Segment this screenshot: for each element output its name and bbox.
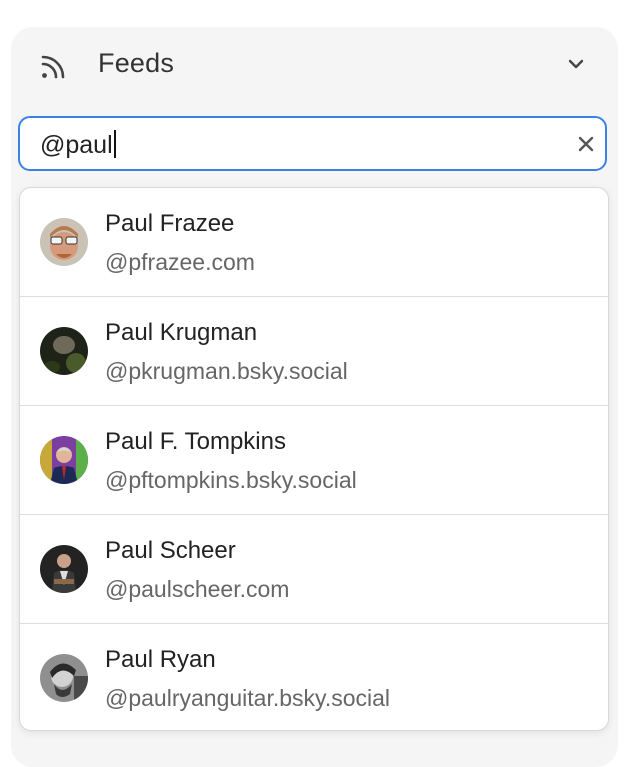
result-handle: @pfrazee.com xyxy=(105,249,255,275)
result-handle: @paulryanguitar.bsky.social xyxy=(105,685,391,711)
result-row-pftompkins[interactable]: Paul F. Tompkins @pftompkins.bsky.social xyxy=(20,406,608,515)
result-row-paulscheer[interactable]: Paul Scheer @paulscheer.com xyxy=(20,515,608,624)
search-input-value: @paul xyxy=(40,130,116,160)
result-row-pkrugman[interactable]: Paul Krugman @pkrugman.bsky.social xyxy=(20,297,608,406)
text-caret xyxy=(113,130,116,158)
avatar xyxy=(40,327,88,375)
header-title: Feeds xyxy=(98,48,175,78)
autocomplete-dropdown: Paul Frazee @pfrazee.com Paul Krugman @p… xyxy=(19,187,609,731)
result-name: Paul F. Tompkins xyxy=(105,428,286,455)
result-name: Paul Scheer xyxy=(105,537,236,564)
avatar xyxy=(40,654,88,702)
avatar xyxy=(40,545,88,593)
chevron-down-icon[interactable] xyxy=(565,53,587,75)
avatar xyxy=(40,436,88,484)
result-row-paulryan[interactable]: Paul Ryan @paulryanguitar.bsky.social xyxy=(20,624,608,730)
result-handle: @pftompkins.bsky.social xyxy=(105,467,357,493)
result-handle: @pkrugman.bsky.social xyxy=(105,358,348,384)
feeds-header[interactable]: Feeds xyxy=(11,27,618,103)
rss-feed-icon xyxy=(41,55,65,79)
result-name: Paul Ryan xyxy=(105,646,216,673)
avatar xyxy=(40,218,88,266)
close-icon[interactable] xyxy=(576,134,596,154)
result-name: Paul Frazee xyxy=(105,210,235,237)
search-input[interactable]: @paul xyxy=(18,116,607,171)
result-row-pfrazee[interactable]: Paul Frazee @pfrazee.com xyxy=(20,188,608,297)
result-handle: @paulscheer.com xyxy=(105,576,290,602)
result-name: Paul Krugman xyxy=(105,319,258,346)
